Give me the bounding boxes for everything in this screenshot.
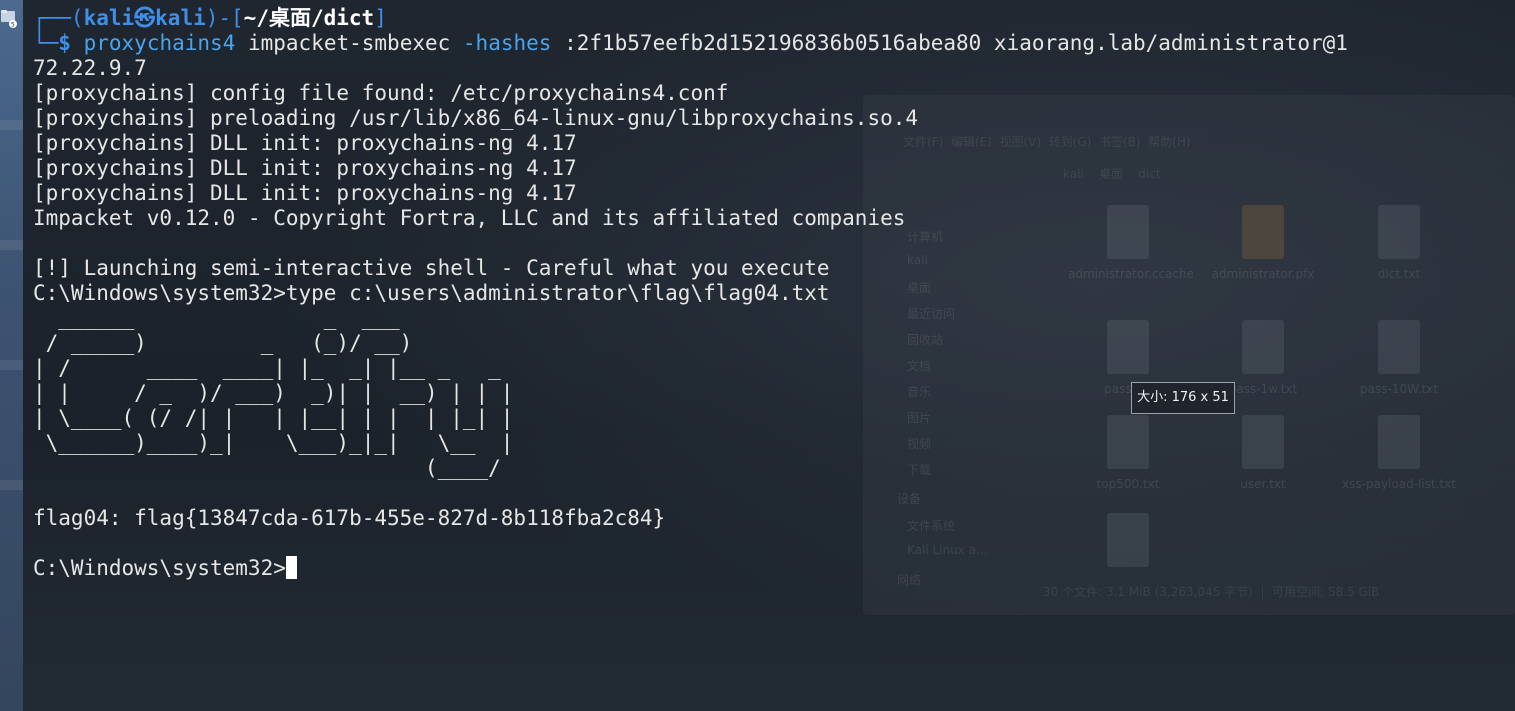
size-tooltip: 大小: 176 x 51: [1131, 382, 1235, 414]
prompt-line-1: ┌──(kali㉿kali)-[~/桌面/dict]: [33, 6, 387, 30]
text-cursor: [285, 556, 297, 579]
output-line: [!] Launching semi-interactive shell - C…: [33, 256, 830, 280]
ascii-art-line: \______)____)_| \___)_|_| \__ |: [33, 431, 514, 455]
desktop-folder-icon[interactable]: 5: [0, 8, 18, 28]
ascii-art-line: (____/: [33, 456, 501, 480]
ascii-art-line: / _____) _ (_)/ __): [33, 331, 413, 355]
desktop-strip: 5: [0, 0, 23, 711]
output-line: [proxychains] DLL init: proxychains-ng 4…: [33, 131, 577, 155]
command-binary: proxychains4: [83, 31, 236, 55]
output-line: C:\Windows\system32>type c:\users\admini…: [33, 281, 830, 305]
output-line: [proxychains] DLL init: proxychains-ng 4…: [33, 181, 577, 205]
ascii-art-line: ______ _ ___: [33, 306, 400, 330]
final-prompt-line[interactable]: C:\Windows\system32>: [33, 556, 1348, 581]
output-line: Impacket v0.12.0 - Copyright Fortra, LLC…: [33, 206, 906, 230]
prompt-line-2: └─$ proxychains4 impacket-smbexec -hashe…: [33, 31, 1348, 55]
command-wrap: 72.22.9.7: [33, 56, 147, 80]
final-prompt: C:\Windows\system32>: [33, 556, 286, 580]
command-flag: -hashes: [462, 31, 552, 55]
svg-text:5: 5: [11, 22, 15, 29]
output-line: [proxychains] DLL init: proxychains-ng 4…: [33, 156, 577, 180]
terminal-output: ┌──(kali㉿kali)-[~/桌面/dict] └─$ proxychai…: [33, 6, 1348, 581]
ascii-art-line: | / ____ ____| |_ _| |__ _ _: [33, 356, 501, 380]
terminal-window[interactable]: 文件(F) 编辑(E) 视图(V) 转到(G) 书签(B) 帮助(H) kali…: [23, 0, 1515, 711]
output-line: [proxychains] config file found: /etc/pr…: [33, 81, 729, 105]
flag-line: flag04: flag{13847cda-617b-455e-827d-8b1…: [33, 506, 666, 530]
output-line: [proxychains] preloading /usr/lib/x86_64…: [33, 106, 919, 130]
